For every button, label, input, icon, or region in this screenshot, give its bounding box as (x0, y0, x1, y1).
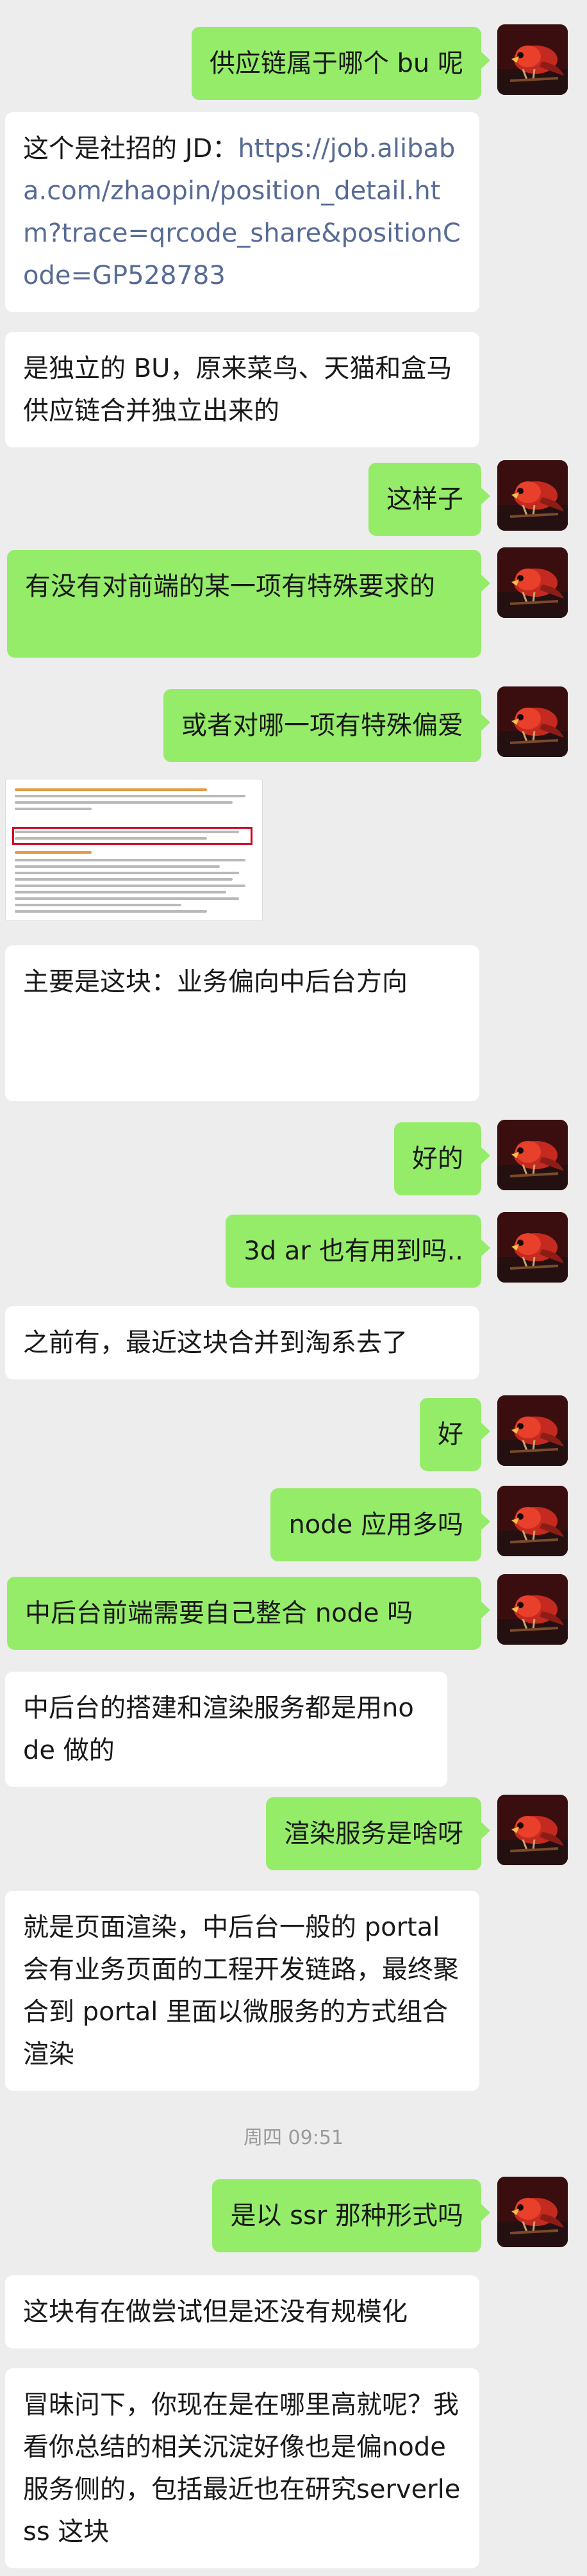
image-text-line (15, 801, 233, 804)
incoming-message: 中后台的搭建和渲染服务都是用node 做的 (0, 1672, 587, 1787)
image-text-line (15, 795, 245, 797)
incoming-message: 之前有，最近这块合并到淘系去了 (0, 1306, 587, 1379)
image-text-line (15, 788, 207, 791)
incoming-message-bubble[interactable]: 这块有在做尝试但是还没有规模化 (5, 2275, 479, 2348)
outgoing-message: 这样子 (0, 460, 587, 536)
message-text: 有没有对前端的某一项有特殊要求的 (25, 572, 435, 601)
red-parrot-avatar-icon[interactable] (497, 1486, 568, 1556)
message-text: node 应用多吗 (288, 1510, 463, 1540)
image-text-line (15, 865, 220, 868)
incoming-message: 主要是这块：业务偏向中后台方向 (0, 945, 587, 1101)
outgoing-message-bubble[interactable]: 3d ar 也有用到吗.. (226, 1215, 490, 1288)
image-text-line (15, 910, 207, 913)
outgoing-message: 或者对哪一项有特殊偏爱 (0, 686, 587, 762)
incoming-message-bubble[interactable]: 这个是社招的 JD：https://job.alibaba.com/zhaopi… (5, 112, 479, 312)
message-text: 这个是社招的 JD： (23, 134, 238, 163)
message-text: 之前有，最近这块合并到淘系去了 (23, 1328, 408, 1358)
incoming-message-bubble[interactable]: 冒昧问下，你现在是在哪里高就呢？我看你总结的相关沉淀好像也是偏node 服务侧的… (5, 2368, 479, 2568)
outgoing-message-bubble[interactable]: 这样子 (368, 463, 490, 536)
red-parrot-avatar-icon[interactable] (497, 1574, 568, 1645)
incoming-message: 冒昧问下，你现在是在哪里高就呢？我看你总结的相关沉淀好像也是偏node 服务侧的… (0, 2368, 587, 2568)
red-parrot-avatar-icon[interactable] (497, 24, 568, 95)
incoming-message-bubble[interactable]: 主要是这块：业务偏向中后台方向 (5, 945, 479, 1101)
incoming-message-bubble[interactable]: 就是页面渲染，中后台一般的 portal会有业务页面的工程开发链路，最终聚合到 … (5, 1891, 479, 2091)
image-text-line (15, 897, 239, 900)
red-parrot-avatar-icon[interactable] (497, 1120, 568, 1190)
incoming-message-bubble[interactable]: 是独立的 BU，原来菜鸟、天猫和盒马供应链合并独立出来的 (5, 332, 479, 447)
outgoing-message: 3d ar 也有用到吗.. (0, 1212, 587, 1288)
outgoing-message: 中后台前端需要自己整合 node 吗 (0, 1574, 587, 1650)
message-text: 好的 (412, 1144, 463, 1174)
outgoing-message-bubble[interactable]: 好的 (394, 1122, 490, 1195)
message-text: 中后台的搭建和渲染服务都是用node 做的 (23, 1693, 414, 1765)
message-text: 是以 ssr 那种形式吗 (230, 2201, 463, 2231)
image-text-line (15, 851, 92, 854)
outgoing-message-bubble[interactable]: 好 (420, 1398, 490, 1471)
message-text: 中后台前端需要自己整合 node 吗 (25, 1599, 413, 1628)
red-parrot-avatar-icon[interactable] (497, 1395, 568, 1466)
outgoing-message: 渲染服务是啥呀 (0, 1795, 587, 1870)
red-parrot-avatar-icon[interactable] (497, 2177, 568, 2247)
outgoing-message-bubble[interactable]: 是以 ssr 那种形式吗 (212, 2179, 490, 2252)
message-text: 就是页面渲染，中后台一般的 portal会有业务页面的工程开发链路，最终聚合到 … (23, 1913, 459, 2069)
message-timestamp: 周四 09:51 (244, 2127, 343, 2149)
message-text: 这块有在做尝试但是还没有规模化 (23, 2297, 408, 2327)
job-description-screenshot-image[interactable] (5, 779, 263, 921)
image-text-line (15, 885, 245, 887)
incoming-message-bubble[interactable]: 中后台的搭建和渲染服务都是用node 做的 (5, 1672, 447, 1787)
outgoing-message-bubble[interactable]: 有没有对前端的某一项有特殊要求的 (7, 550, 490, 658)
message-text: 3d ar 也有用到吗.. (244, 1236, 463, 1266)
image-text-line (15, 891, 226, 893)
message-text: 好 (438, 1420, 463, 1449)
chat-thread: 供应链属于哪个 bu 呢这个是社招的 JD：https://job.alibab… (0, 0, 587, 2576)
image-text-line (15, 872, 239, 874)
outgoing-message: node 应用多吗 (0, 1486, 587, 1561)
message-text: 或者对哪一项有特殊偏爱 (181, 711, 463, 740)
message-text: 供应链属于哪个 bu 呢 (209, 49, 463, 78)
outgoing-message: 好 (0, 1395, 587, 1471)
message-text: 是独立的 BU，原来菜鸟、天猫和盒马供应链合并独立出来的 (23, 354, 452, 426)
image-text-line (15, 808, 92, 810)
incoming-message-bubble[interactable]: 之前有，最近这块合并到淘系去了 (5, 1306, 479, 1379)
incoming-message: 这个是社招的 JD：https://job.alibaba.com/zhaopi… (0, 112, 587, 312)
red-parrot-avatar-icon[interactable] (497, 686, 568, 757)
outgoing-message: 有没有对前端的某一项有特殊要求的 (0, 547, 587, 658)
image-text-line (15, 878, 233, 881)
incoming-message (0, 779, 587, 926)
message-text: 渲染服务是啥呀 (284, 1819, 463, 1849)
red-parrot-avatar-icon[interactable] (497, 460, 568, 531)
outgoing-message-bubble[interactable]: 或者对哪一项有特殊偏爱 (163, 689, 490, 762)
message-text: 冒昧问下，你现在是在哪里高就呢？我看你总结的相关沉淀好像也是偏node 服务侧的… (23, 2390, 461, 2547)
incoming-message: 是独立的 BU，原来菜鸟、天猫和盒马供应链合并独立出来的 (0, 332, 587, 447)
image-text-line (15, 859, 245, 861)
image-highlight-box (12, 827, 252, 845)
outgoing-message: 供应链属于哪个 bu 呢 (0, 24, 587, 100)
outgoing-message-bubble[interactable]: 渲染服务是啥呀 (266, 1797, 490, 1870)
red-parrot-avatar-icon[interactable] (497, 547, 568, 618)
outgoing-message: 好的 (0, 1120, 587, 1195)
red-parrot-avatar-icon[interactable] (497, 1795, 568, 1865)
outgoing-message-bubble[interactable]: 供应链属于哪个 bu 呢 (191, 27, 491, 100)
outgoing-message-bubble[interactable]: node 应用多吗 (270, 1488, 490, 1561)
incoming-message: 就是页面渲染，中后台一般的 portal会有业务页面的工程开发链路，最终聚合到 … (0, 1891, 587, 2091)
message-text: 主要是这块：业务偏向中后台方向 (23, 967, 408, 997)
red-parrot-avatar-icon[interactable] (497, 1212, 568, 1283)
incoming-message: 这块有在做尝试但是还没有规模化 (0, 2275, 587, 2348)
image-text-line (15, 904, 181, 906)
outgoing-message-bubble[interactable]: 中后台前端需要自己整合 node 吗 (7, 1577, 490, 1650)
outgoing-message: 是以 ssr 那种形式吗 (0, 2177, 587, 2252)
message-text: 这样子 (386, 485, 463, 514)
